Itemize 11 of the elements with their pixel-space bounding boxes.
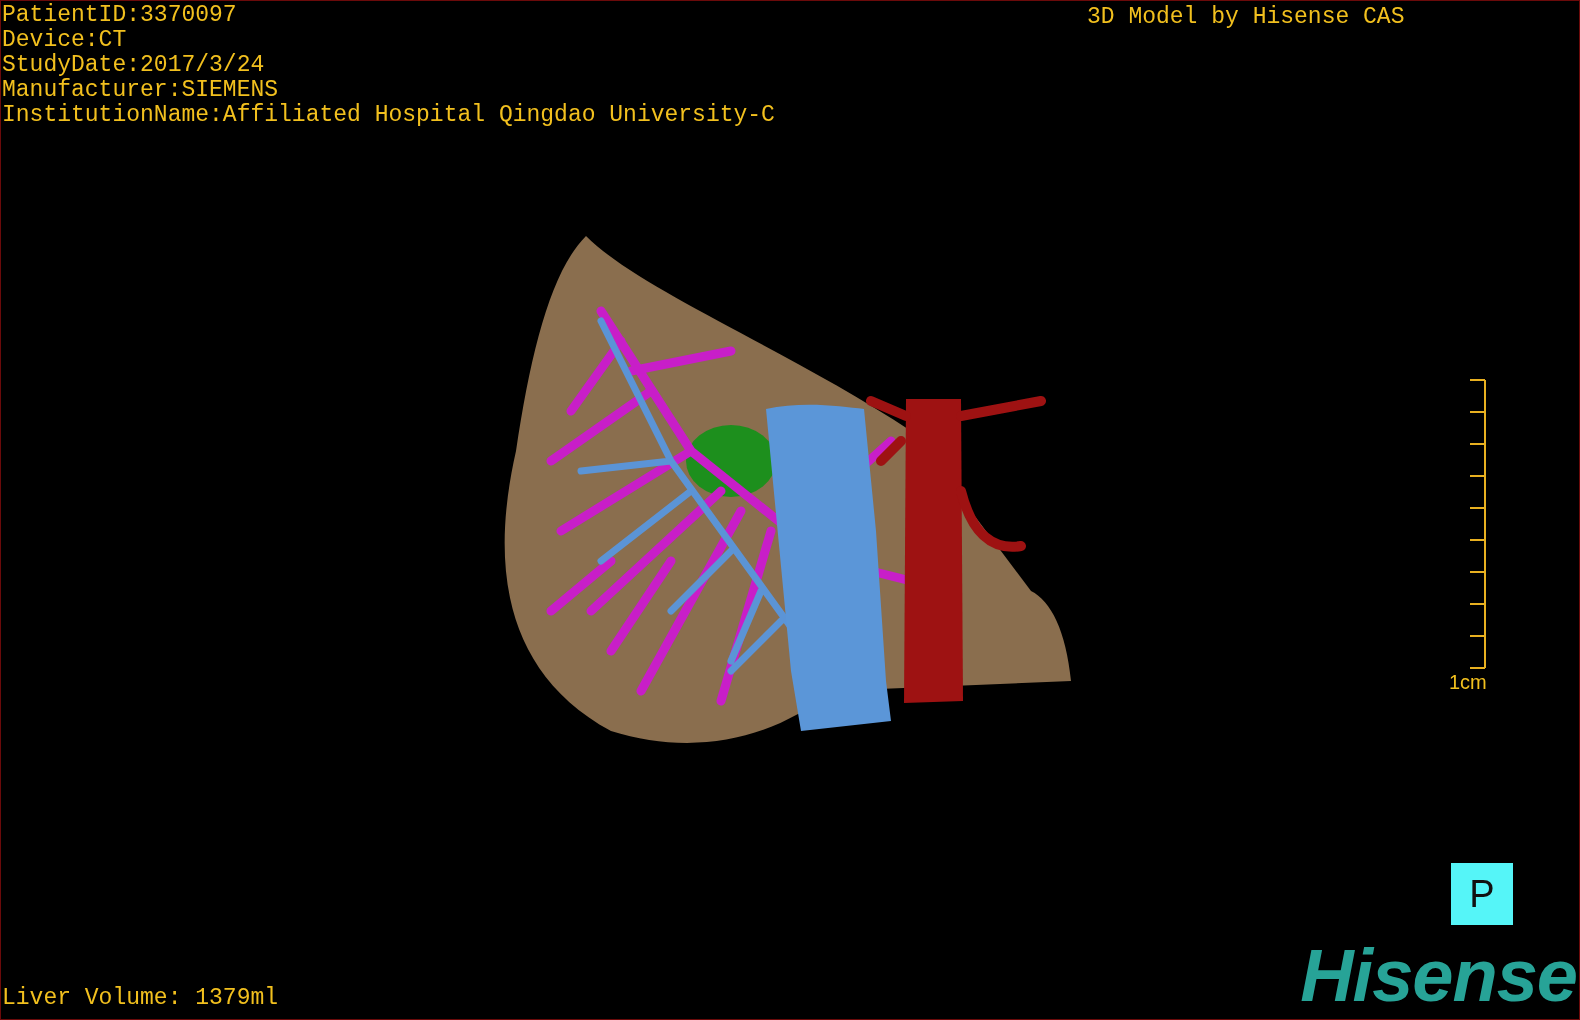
patient-info-line: Manufacturer:SIEMENS [2, 78, 280, 103]
patient-info-line: PatientID:3370097 [2, 3, 238, 28]
patient-info-line: StudyDate:2017/3/24 [2, 53, 266, 78]
patient-info-line: InstitutionName:Affiliated Hospital Qingdao University-C [2, 103, 775, 128]
scale-label: 1cm [1449, 671, 1487, 693]
orientation-marker: P [1451, 863, 1513, 925]
model-credit: 3D Model by Hisense CAS [1087, 5, 1405, 30]
logo: Hisense [1300, 936, 1577, 1016]
liver-volume: Liver Volume: 1379ml [2, 986, 279, 1011]
patient-info-line: Device:CT [2, 28, 128, 53]
scale-bar-icon [1468, 379, 1487, 669]
